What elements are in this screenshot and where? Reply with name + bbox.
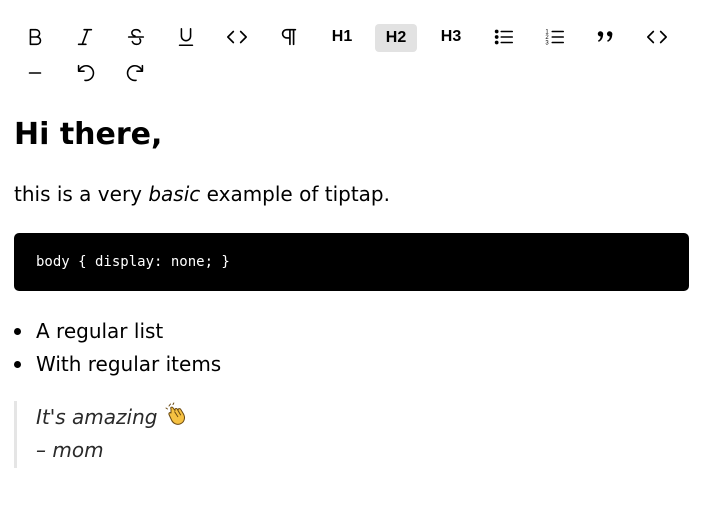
paragraph-icon [278, 26, 300, 48]
redo-icon [125, 62, 147, 84]
ordered-list-icon: 1 2 3 [544, 26, 566, 48]
quote-icon [595, 26, 617, 48]
paragraph-button[interactable] [268, 22, 310, 52]
underline-icon [175, 26, 197, 48]
strikethrough-icon [125, 26, 147, 48]
code-icon [226, 26, 248, 48]
heading-2-label: H2 [385, 29, 407, 46]
bullet-list-icon [493, 26, 515, 48]
underline-button[interactable] [165, 22, 207, 52]
editor-paragraph: this is a very basic example of tiptap. [14, 180, 390, 208]
list-item-text: With regular items [36, 352, 222, 376]
italic-icon [74, 26, 96, 48]
quote-attribution: – mom [36, 438, 104, 462]
svg-text:3: 3 [545, 41, 549, 47]
heading-3-label: H3 [440, 28, 462, 45]
list-item: With regular items [14, 348, 221, 381]
code-block-button[interactable] [636, 22, 678, 52]
bullet-list-button[interactable] [483, 22, 525, 52]
heading-1-label: H1 [331, 28, 353, 45]
heading-1-button[interactable]: H1 [321, 22, 363, 52]
blockquote-button[interactable] [585, 22, 627, 52]
redo-button[interactable] [115, 58, 157, 88]
list-item-text: A regular list [36, 319, 164, 343]
code-block-icon [646, 26, 668, 48]
bullet-dot [14, 361, 21, 368]
list-item: A regular list [14, 315, 221, 348]
ordered-list-button[interactable]: 1 2 3 [534, 22, 576, 52]
italic-button[interactable] [64, 22, 106, 52]
quote-text: It's amazing [36, 405, 158, 429]
paragraph-text-after: example of tiptap. [200, 182, 390, 206]
horizontal-rule-button[interactable] [14, 58, 56, 88]
undo-button[interactable] [64, 58, 106, 88]
bold-icon [24, 26, 46, 48]
horizontal-rule-icon [24, 62, 46, 84]
bold-button[interactable] [14, 22, 56, 52]
strikethrough-button[interactable] [115, 22, 157, 52]
paragraph-text-before: this is a very [14, 182, 149, 206]
undo-icon [74, 62, 96, 84]
bullet-dot [14, 328, 21, 335]
quote-line-2: – mom [36, 434, 314, 467]
code-block: body { display: none; } [14, 233, 689, 291]
code-block-text: body { display: none; } [36, 254, 230, 270]
heading-3-button[interactable]: H3 [430, 22, 472, 52]
tiptap-editor-page: H1 H2 H3 1 2 3 Hi there, this is a very … [0, 0, 717, 511]
quote-line-1: It's amazing [36, 401, 314, 434]
editor-heading: Hi there, [14, 117, 163, 152]
clapping-hands-icon [165, 402, 191, 438]
code-button[interactable] [216, 22, 258, 52]
bullet-list: A regular list With regular items [14, 315, 221, 381]
blockquote: It's amazing – mom [14, 401, 314, 468]
paragraph-emphasis: basic [148, 182, 201, 206]
heading-2-button[interactable]: H2 [375, 24, 417, 52]
